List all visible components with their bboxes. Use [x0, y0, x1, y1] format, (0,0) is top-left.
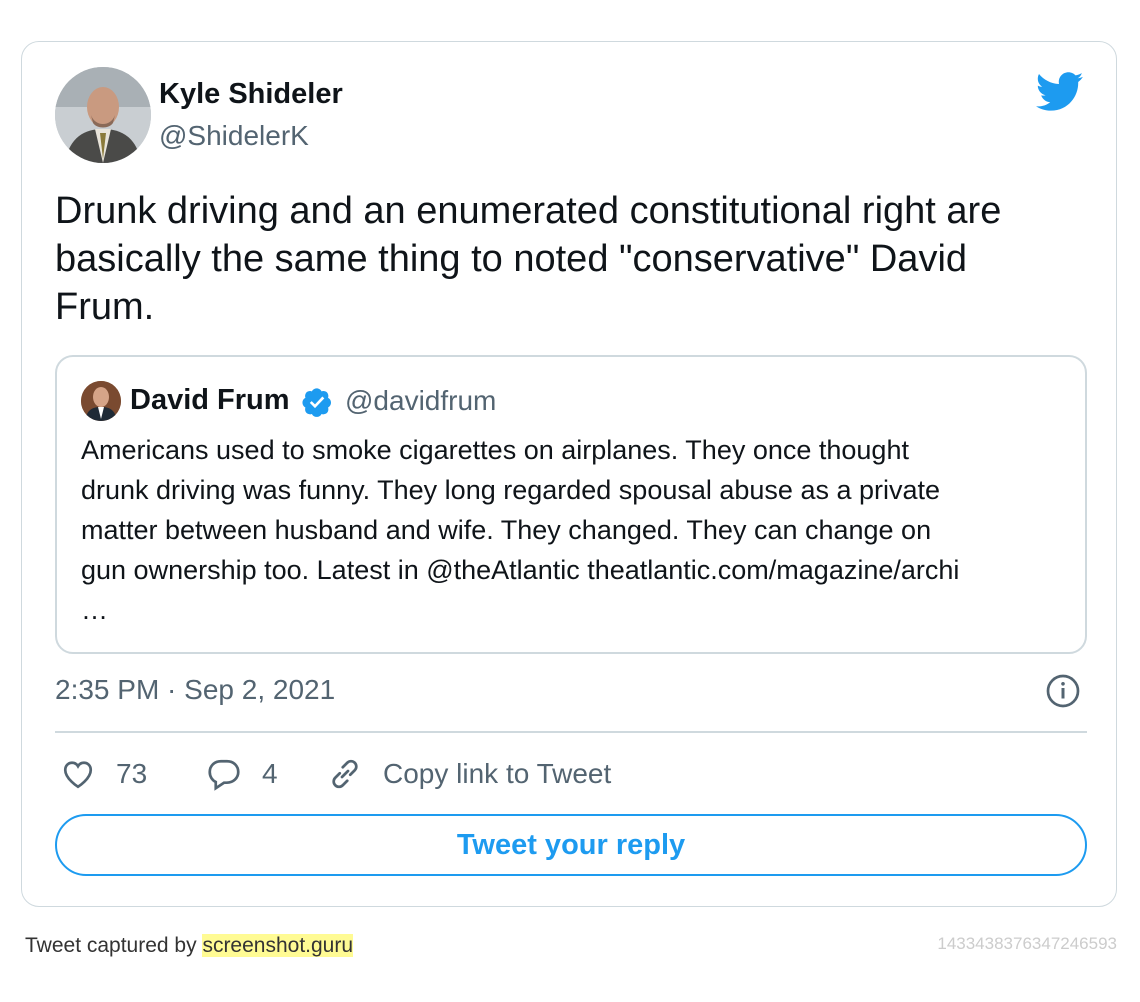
author-avatar[interactable] — [55, 67, 151, 163]
author-handle[interactable]: @ShidelerK — [159, 120, 309, 152]
quote-text-line: drunk driving was funny. They long regar… — [81, 475, 941, 505]
quote-author-name[interactable]: David Frum — [130, 384, 290, 417]
link-icon — [332, 759, 358, 789]
quote-text-line: gun ownership too. Latest in @theAtlanti… — [81, 555, 960, 585]
quote-author-avatar[interactable] — [81, 381, 121, 421]
footer-site-link[interactable]: screenshot.guru — [202, 934, 354, 957]
quote-text-line: Americans used to smoke cigarettes on ai… — [81, 435, 909, 465]
capture-footer: Tweet captured by screenshot.guru — [25, 934, 354, 958]
twitter-bird-icon[interactable] — [1036, 72, 1084, 112]
quote-text-line: … — [81, 595, 108, 625]
copy-link-label: Copy link to Tweet — [383, 758, 612, 789]
heart-icon — [63, 761, 93, 789]
reply-count: 4 — [262, 758, 278, 789]
tweet-timestamp[interactable]: 2:35 PM · Sep 2, 2021 — [55, 674, 335, 706]
quote-text-line: matter between husband and wife. They ch… — [81, 515, 932, 545]
author-name[interactable]: Kyle Shideler — [159, 78, 343, 111]
quoted-tweet[interactable]: David Frum @davidfrum Americans used to … — [55, 355, 1087, 654]
info-icon[interactable] — [1045, 673, 1081, 709]
divider — [55, 731, 1087, 733]
comment-icon — [208, 759, 240, 791]
tweet-reply-button[interactable]: Tweet your reply — [55, 814, 1087, 876]
like-button[interactable]: 73 — [60, 754, 147, 794]
like-count: 73 — [116, 758, 148, 789]
tweet-card: Kyle Shideler @ShidelerK Drunk driving a… — [21, 41, 1117, 907]
copy-link-button[interactable]: Copy link to Tweet — [327, 754, 611, 794]
quote-text: Americans used to smoke cigarettes on ai… — [81, 430, 1071, 630]
quote-author-handle[interactable]: @davidfrum — [345, 385, 496, 417]
tweet-text: Drunk driving and an enumerated constitu… — [55, 190, 1002, 328]
verified-badge-icon — [301, 386, 333, 418]
reply-count-button[interactable]: 4 — [206, 754, 278, 794]
tweet-id: 1433438376347246593 — [937, 934, 1117, 953]
footer-prefix: Tweet captured by — [25, 934, 203, 957]
